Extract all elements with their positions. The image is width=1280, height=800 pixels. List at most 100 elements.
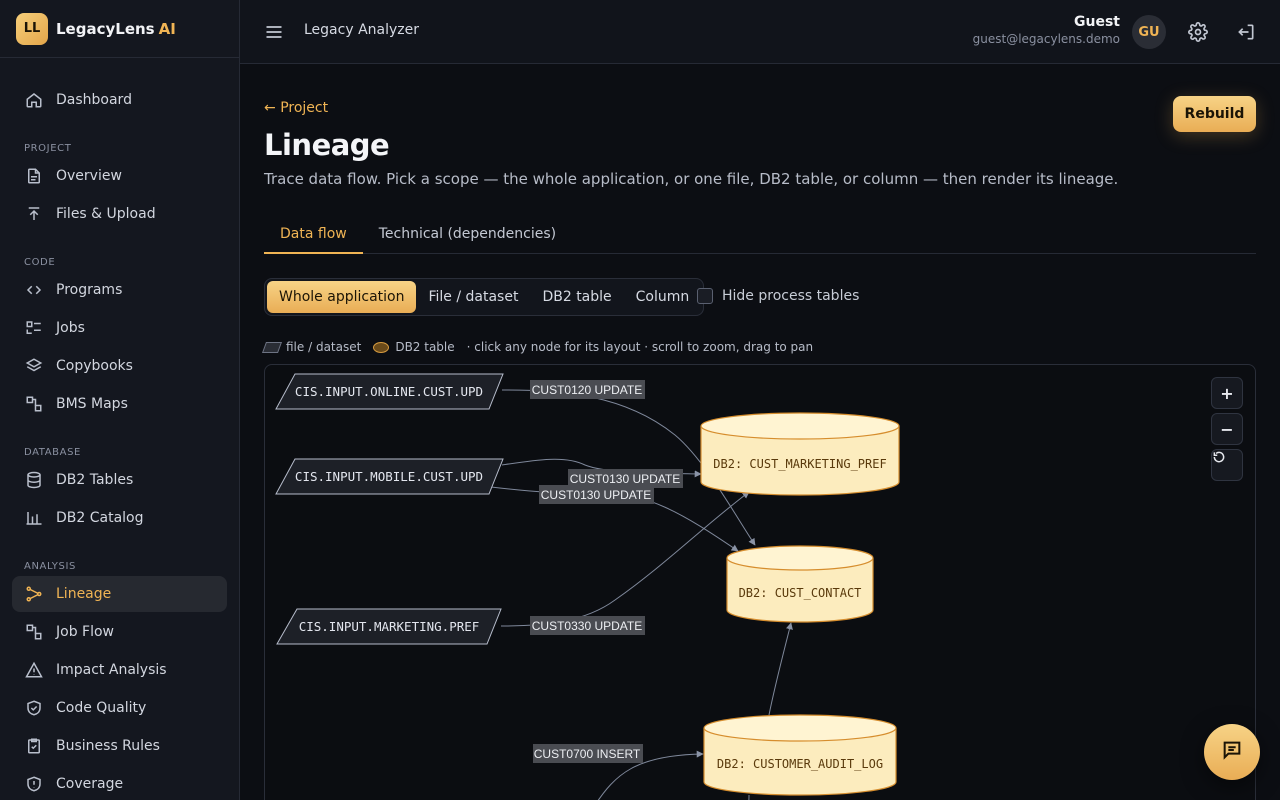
sidebar-item-label: Copybooks [56, 358, 133, 374]
sidebar-item-programs[interactable]: Programs [12, 272, 227, 308]
edge-label-text: CUST0130 UPDATE [541, 488, 651, 502]
hide-process-tables-label: Hide process tables [722, 288, 860, 304]
nav-section-analysis: ANALYSIS [24, 561, 76, 572]
sidebar-item-impact-analysis[interactable]: Impact Analysis [12, 652, 227, 688]
nav-section-database: DATABASE [24, 447, 81, 458]
tabs: Data flow Technical (dependencies) [264, 216, 1256, 254]
edge [748, 794, 750, 800]
sidebar-item-label: BMS Maps [56, 396, 128, 412]
sidebar-item-label: Impact Analysis [56, 662, 167, 678]
sidebar-item-db2-catalog[interactable]: DB2 Catalog [12, 500, 227, 536]
user-email: guest@legacylens.demo [972, 32, 1120, 46]
scope-column[interactable]: Column [624, 281, 702, 313]
chat-icon [1221, 739, 1243, 765]
user-info: Guest guest@legacylens.demo [973, 14, 1120, 46]
edge-label-text: CUST0130 UPDATE [570, 472, 680, 486]
sidebar-item-copybooks[interactable]: Copybooks [12, 348, 227, 384]
layers-icon [24, 356, 44, 376]
db2-node-label: DB2: CUST_CONTACT [739, 586, 862, 600]
gear-icon[interactable] [1188, 22, 1208, 42]
reset-view-button[interactable] [1211, 449, 1243, 481]
zoom-out-button[interactable]: − [1211, 413, 1243, 445]
lineage-graph[interactable]: CIS.INPUT.ONLINE.CUST.UPD CIS.INPUT.MOBI… [265, 365, 1256, 800]
file-node[interactable]: CIS.INPUT.MOBILE.CUST.UPD [275, 458, 504, 495]
sidebar-item-label: Job Flow [56, 624, 114, 640]
app-title: Legacy Analyzer [304, 22, 419, 38]
logout-icon[interactable] [1236, 22, 1256, 42]
list-icon [24, 318, 44, 338]
zoom-in-button[interactable]: + [1211, 377, 1243, 409]
nav-section-code: CODE [24, 257, 56, 268]
avatar[interactable]: GU [1132, 15, 1166, 49]
sidebar-item-business-rules[interactable]: Business Rules [12, 728, 227, 764]
sidebar-item-label: Lineage [56, 586, 112, 602]
shield-check-icon [24, 698, 44, 718]
sidebar-item-coverage[interactable]: Coverage [12, 766, 227, 800]
brand-name-text: LegacyLens [56, 19, 155, 38]
map-icon [24, 394, 44, 414]
sidebar-item-bms-maps[interactable]: BMS Maps [12, 386, 227, 422]
nav-section-project: PROJECT [24, 143, 72, 154]
clipboard-icon [24, 736, 44, 756]
home-icon [24, 90, 44, 110]
file-node-label: CIS.INPUT.MARKETING.PREF [299, 619, 480, 634]
sidebar-item-label: Overview [56, 168, 122, 184]
back-link-label: Project [280, 100, 329, 116]
sidebar-item-jobs[interactable]: Jobs [12, 310, 227, 346]
brand-ai-text: AI [158, 19, 176, 38]
tab-data-flow[interactable]: Data flow [264, 216, 363, 254]
edge-label: CUST0700 INSERT [533, 744, 643, 763]
edge-label: CUST0130 UPDATE [539, 485, 654, 504]
sidebar-item-label: Business Rules [56, 738, 160, 754]
sidebar-item-files[interactable]: Files & Upload [12, 196, 227, 232]
back-link[interactable]: ← Project [264, 100, 328, 116]
edge-label: CUST0330 UPDATE [530, 616, 645, 635]
brand-name: LegacyLens AI [56, 20, 176, 38]
sidebar-item-code-quality[interactable]: Code Quality [12, 690, 227, 726]
sidebar-item-label: Files & Upload [56, 206, 156, 222]
file-legend-swatch [261, 341, 283, 353]
db2-node[interactable]: DB2: CUST_CONTACT [726, 545, 874, 623]
edge [768, 622, 793, 716]
edge [500, 491, 750, 627]
database-icon [24, 470, 44, 490]
sidebar-item-dashboard[interactable]: Dashboard [12, 82, 227, 118]
bar-chart-icon [24, 508, 44, 528]
edge-label-text: CUST0330 UPDATE [532, 619, 642, 633]
db2-node[interactable]: DB2: CUST_MARKETING_PREF [700, 412, 900, 496]
menu-icon[interactable] [264, 22, 284, 42]
scope-db2-table[interactable]: DB2 table [530, 281, 623, 313]
chat-button[interactable] [1204, 724, 1260, 780]
page-title: Lineage [264, 128, 390, 162]
sidebar-item-label: DB2 Catalog [56, 510, 144, 526]
db2-node[interactable]: DB2: CUSTOMER_AUDIT_LOG [703, 714, 897, 796]
hide-process-tables-checkbox[interactable] [697, 288, 713, 304]
sidebar-item-label: Jobs [56, 320, 85, 336]
brand[interactable]: LL LegacyLens AI [0, 0, 239, 58]
code-icon [24, 280, 44, 300]
sidebar-item-label: Code Quality [56, 700, 147, 716]
scope-whole-application[interactable]: Whole application [267, 281, 417, 313]
scope-file-dataset[interactable]: File / dataset [416, 281, 530, 313]
user-name: Guest [1074, 14, 1120, 30]
sidebar-item-job-flow[interactable]: Job Flow [12, 614, 227, 650]
hide-process-tables-toggle[interactable]: Hide process tables [697, 288, 859, 304]
sidebar-item-label: DB2 Tables [56, 472, 134, 488]
db2-node-label: DB2: CUSTOMER_AUDIT_LOG [717, 757, 883, 771]
sidebar-item-db2-tables[interactable]: DB2 Tables [12, 462, 227, 498]
sidebar-item-overview[interactable]: Overview [12, 158, 227, 194]
lineage-canvas[interactable]: CIS.INPUT.ONLINE.CUST.UPD CIS.INPUT.MOBI… [264, 364, 1256, 800]
edge-label-text: CUST0120 UPDATE [532, 383, 642, 397]
sidebar-item-lineage[interactable]: Lineage [12, 576, 227, 612]
file-node[interactable]: CIS.INPUT.ONLINE.CUST.UPD [275, 373, 504, 410]
rebuild-button[interactable]: Rebuild [1173, 96, 1256, 132]
edge-label: CUST0120 UPDATE [530, 380, 645, 399]
arrow-left-icon: ← [264, 100, 281, 116]
file-node[interactable]: CIS.INPUT.MARKETING.PREF [276, 608, 502, 645]
lineage-icon [24, 584, 44, 604]
edge-label-text: CUST0700 INSERT [534, 747, 641, 761]
tab-technical[interactable]: Technical (dependencies) [363, 216, 572, 254]
sidebar-item-label: Coverage [56, 776, 124, 792]
legend-db2-label: DB2 table [395, 340, 455, 354]
db2-node-label: DB2: CUST_MARKETING_PREF [713, 457, 886, 471]
